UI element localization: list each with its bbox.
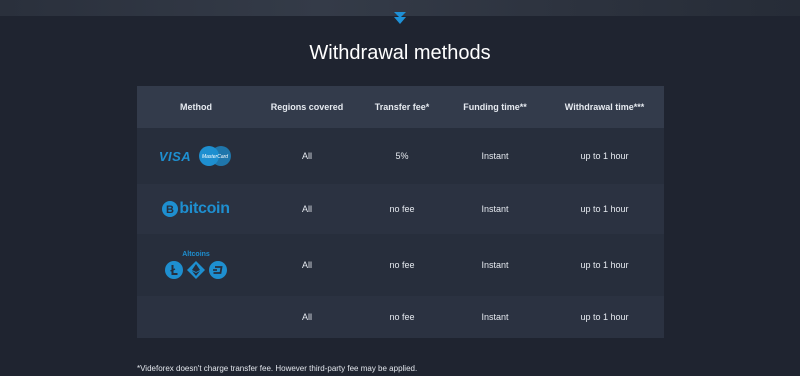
cell-funding: Instant — [481, 151, 509, 161]
cell-funding: Instant — [481, 204, 509, 214]
footnote: *Videforex doesn't charge transfer fee. … — [137, 364, 418, 373]
cell-withdrawal: up to 1 hour — [580, 151, 629, 161]
header-method: Method — [180, 102, 212, 112]
cell-funding: Instant — [481, 312, 509, 322]
visa-logo: VISA — [158, 148, 192, 164]
cell-withdrawal: up to 1 hour — [580, 260, 629, 270]
cell-regions: All — [301, 151, 312, 161]
table-row: B bitcoin All no fee Instant up to 1 hou… — [137, 184, 664, 234]
cell-fee: no fee — [389, 260, 415, 270]
method-altcoins: Altcoins — [137, 251, 255, 279]
cell-withdrawal: up to 1 hour — [580, 204, 629, 214]
method-cards: VISA MasterCard — [137, 145, 255, 167]
mastercard-logo: MasterCard — [199, 146, 232, 166]
header-withdrawal-time: Withdrawal time*** — [564, 102, 645, 112]
ethereum-icon — [187, 261, 205, 279]
header-funding-time: Funding time** — [463, 102, 527, 112]
bitcoin-wordmark: bitcoin — [179, 200, 230, 217]
double-chevron-down-icon[interactable] — [392, 10, 408, 26]
cell-regions: All — [301, 260, 312, 270]
cell-funding: Instant — [481, 260, 509, 270]
cell-fee: no fee — [389, 312, 415, 322]
svg-text:B: B — [166, 204, 174, 216]
table-row: All no fee Instant up to 1 hour — [137, 296, 664, 338]
withdrawal-methods-table: Method Regions covered Transfer fee* Fun… — [137, 86, 664, 338]
cell-fee: no fee — [389, 204, 415, 214]
dash-icon — [209, 261, 227, 279]
table-row: VISA MasterCard All 5% Instant up to 1 h… — [137, 128, 664, 184]
cell-withdrawal: up to 1 hour — [580, 312, 629, 322]
header-regions: Regions covered — [270, 102, 344, 112]
header-transfer-fee: Transfer fee* — [374, 102, 430, 112]
altcoins-label: Altcoins — [182, 251, 210, 258]
litecoin-icon — [165, 261, 183, 279]
bitcoin-icon: B — [162, 201, 179, 217]
cell-fee: 5% — [395, 151, 409, 161]
table-row: Altcoins All no fee Instant up to 1 hour — [137, 234, 664, 296]
method-bitcoin: B bitcoin — [137, 200, 255, 218]
cell-regions: All — [301, 204, 312, 214]
table-header-row: Method Regions covered Transfer fee* Fun… — [137, 86, 664, 128]
page-title: Withdrawal methods — [309, 42, 491, 64]
mastercard-text: MasterCard — [202, 154, 228, 160]
cell-regions: All — [301, 312, 312, 322]
